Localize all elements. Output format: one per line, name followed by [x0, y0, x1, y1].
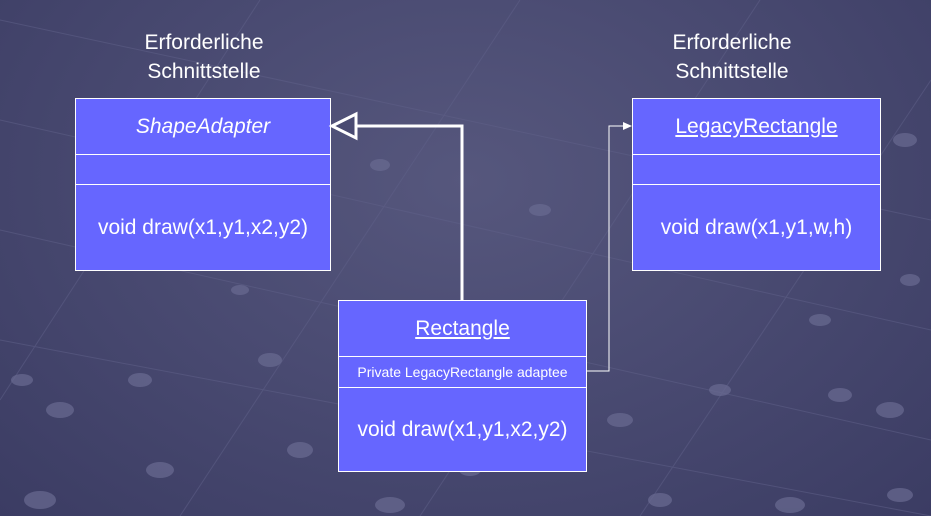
- inheritance-arrowhead: [328, 111, 358, 141]
- association-arrowhead: [623, 122, 632, 130]
- connectors: [328, 111, 632, 372]
- association-line: [587, 125, 624, 372]
- inheritance-line: [356, 124, 464, 300]
